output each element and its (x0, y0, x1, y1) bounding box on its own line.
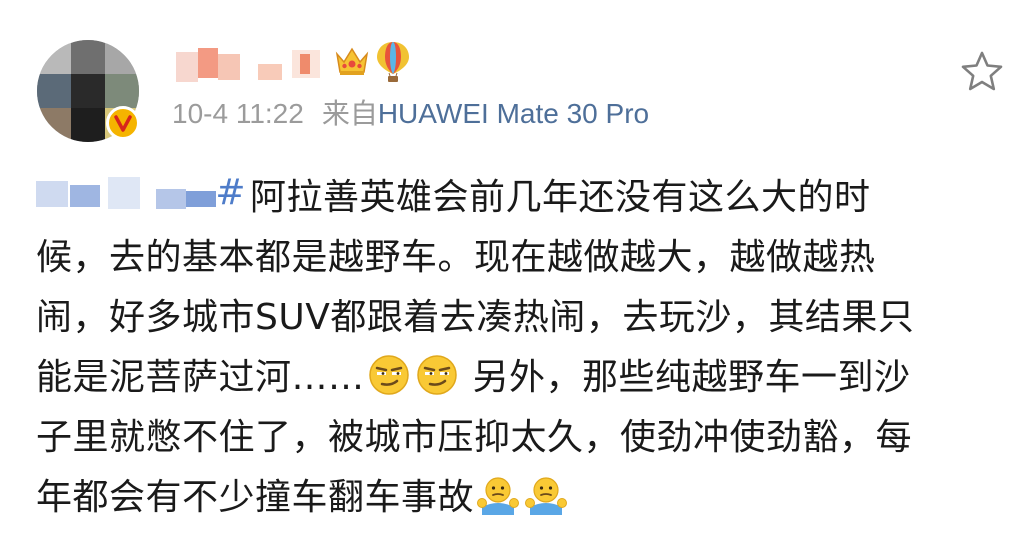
weibo-post-card: 10-4 11:22 来自HUAWEI Mate 30 Pro # 阿拉善英雄会前几… (0, 0, 1036, 542)
content-line-5: 子里就憋不住了，被城市压抑太久，使劲冲使劲豁，每 (36, 417, 913, 458)
balloon-icon (377, 42, 409, 82)
smirk-emoji (416, 355, 457, 395)
content-text: 阿拉善英雄会前几年还没有这么大的时 (250, 177, 871, 218)
shrug-emoji (477, 477, 520, 515)
content-line-1: # 阿拉善英雄会前几年还没有这么大的时 (36, 168, 1008, 228)
post-content: # 阿拉善英雄会前几年还没有这么大的时 候，去的基本都是越野车。现在越做越大，越做… (36, 168, 1008, 528)
content-line-2: 候，去的基本都是越野车。现在越做越大，越做越热 (36, 237, 876, 278)
content-line-6: 年都会有不少撞车翻车事故 (36, 468, 1008, 528)
verified-badge-icon (106, 106, 140, 140)
device-source-link[interactable]: HUAWEI Mate 30 Pro (378, 98, 649, 129)
post-meta: 10-4 11:22 来自HUAWEI Mate 30 Pro (172, 95, 649, 133)
content-line-4: 能是泥菩萨过河…… 另外，那些纯越野车一到沙 (36, 348, 1008, 408)
hashtag-symbol: # (215, 172, 246, 213)
content-line-3: 闹，好多城市SUV都跟着去凑热闹，去玩沙，其结果只 (36, 297, 915, 338)
source-prefix: 来自 (321, 98, 378, 129)
username[interactable] (170, 44, 350, 84)
content-text: 能是泥菩萨过河…… (36, 357, 365, 398)
shrug-emoji (525, 477, 568, 515)
smirk-emoji (368, 355, 409, 395)
content-text: 年都会有不少撞车翻车事故 (36, 477, 475, 518)
hashtag-link[interactable]: # (36, 172, 246, 215)
crown-icon (335, 47, 369, 75)
post-time: 10-4 11:22 (172, 98, 304, 129)
star-icon[interactable] (960, 50, 1004, 92)
content-text: 另外，那些纯越野车一到沙 (460, 357, 911, 398)
